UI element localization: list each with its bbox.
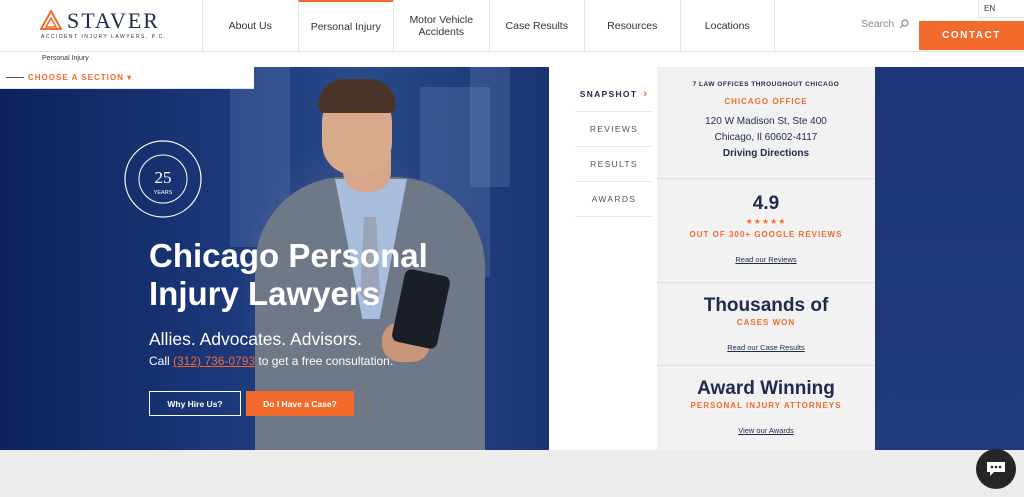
chat-widget-button[interactable] xyxy=(976,449,1016,489)
awards-block: Award Winning PERSONAL INJURY ATTORNEYS … xyxy=(657,366,875,450)
do-i-have-a-case-button[interactable]: Do I Have a Case? xyxy=(246,391,354,416)
snapshot-tabs: SNAPSHOT › REVIEWS RESULTS AWARDS xyxy=(549,67,657,450)
cases-headline: Thousands of xyxy=(703,295,829,316)
nav-motor-vehicle-accidents[interactable]: Motor Vehicle Accidents xyxy=(393,0,489,52)
chevron-right-icon: › xyxy=(643,88,649,100)
phone-link[interactable]: (312) 736-0793 xyxy=(173,354,255,368)
nav-personal-injury[interactable]: Personal Injury xyxy=(297,0,393,52)
language-selector[interactable]: EN xyxy=(978,0,1024,18)
search-icon[interactable] xyxy=(899,19,909,29)
tab-snapshot[interactable]: SNAPSHOT › xyxy=(575,77,653,112)
tab-awards[interactable]: AWARDS xyxy=(575,182,653,217)
awards-headline: Award Winning xyxy=(697,378,835,399)
nav-case-results[interactable]: Case Results xyxy=(488,0,585,52)
office-name: CHICAGO OFFICE xyxy=(724,97,808,106)
cases-block: Thousands of CASES WON Read our Case Res… xyxy=(657,283,875,366)
nav-about-us[interactable]: About Us xyxy=(202,0,298,52)
tab-reviews[interactable]: REVIEWS xyxy=(575,112,653,147)
rating-block: 4.9 ★★★★★ OUT OF 300+ GOOGLE REVIEWS Rea… xyxy=(657,179,875,283)
call-suffix: to get a free consultation. xyxy=(255,354,394,368)
section-picker[interactable]: CHOOSE A SECTION ▾ xyxy=(0,67,254,89)
staver-logo[interactable]: STAVER ACCIDENT INJURY LAWYERS, P.C. xyxy=(40,8,170,44)
rating-label: OUT OF 300+ GOOGLE REVIEWS xyxy=(689,230,843,239)
section-picker-rule xyxy=(6,77,24,78)
badge-word: YEARS xyxy=(154,190,173,196)
hero-title: Chicago Personal Injury Lawyers xyxy=(149,237,428,312)
offices-heading: 7 LAW OFFICES THROUGHOUT CHICAGO xyxy=(692,81,840,88)
background-building xyxy=(470,67,510,187)
25-years-badge-icon: 25 YEARS xyxy=(124,140,202,218)
rating-score: 4.9 xyxy=(752,193,780,214)
driving-directions-link[interactable]: Driving Directions xyxy=(657,148,875,159)
snapshot-panel: 7 LAW OFFICES THROUGHOUT CHICAGO CHICAGO… xyxy=(657,67,875,450)
read-reviews-link[interactable]: Read our Reviews xyxy=(657,255,875,264)
chat-icon xyxy=(987,462,1005,476)
right-hero-strip xyxy=(875,67,1024,450)
breadcrumb[interactable]: Personal Injury xyxy=(0,52,1024,67)
view-awards-link[interactable]: View our Awards xyxy=(657,426,875,435)
site-header: STAVER ACCIDENT INJURY LAWYERS, P.C. Abo… xyxy=(0,0,1024,52)
search-input[interactable]: Search xyxy=(861,18,894,30)
nav-resources[interactable]: Resources xyxy=(584,0,680,52)
office-address-line2: Chicago, Il 60602-4117 xyxy=(714,132,818,143)
hero-banner: 25 YEARS Chicago Personal Injury Lawyers… xyxy=(0,67,549,450)
section-picker-label[interactable]: CHOOSE A SECTION ▾ xyxy=(28,73,132,82)
call-prefix: Call xyxy=(149,354,174,368)
logo-wordmark: STAVER xyxy=(67,8,160,33)
nav-locations[interactable]: Locations xyxy=(679,0,775,52)
triangle-logo-icon xyxy=(40,10,62,30)
office-address-line1: 120 W Madison St, Ste 400 xyxy=(705,116,827,127)
main-nav: About Us Personal Injury Motor Vehicle A… xyxy=(202,0,775,52)
contact-button[interactable]: CONTACT xyxy=(919,21,1024,50)
logo-subtitle: ACCIDENT INJURY LAWYERS, P.C. xyxy=(41,34,167,40)
hero-tagline: Allies. Advocates. Advisors. xyxy=(149,329,363,349)
cases-label: CASES WON xyxy=(736,318,796,327)
office-block: 7 LAW OFFICES THROUGHOUT CHICAGO CHICAGO… xyxy=(657,67,875,179)
why-hire-us-button[interactable]: Why Hire Us? xyxy=(149,391,241,416)
tab-results[interactable]: RESULTS xyxy=(575,147,653,182)
read-case-results-link[interactable]: Read our Case Results xyxy=(657,343,875,352)
awards-label: PERSONAL INJURY ATTORNEYS xyxy=(690,401,842,410)
badge-number: 25 xyxy=(155,168,172,187)
rating-stars-icon: ★★★★★ xyxy=(745,217,787,226)
hero-call-text: Call (312) 736-0793 to get a free consul… xyxy=(149,354,393,368)
tab-snapshot-label: SNAPSHOT xyxy=(579,89,638,99)
